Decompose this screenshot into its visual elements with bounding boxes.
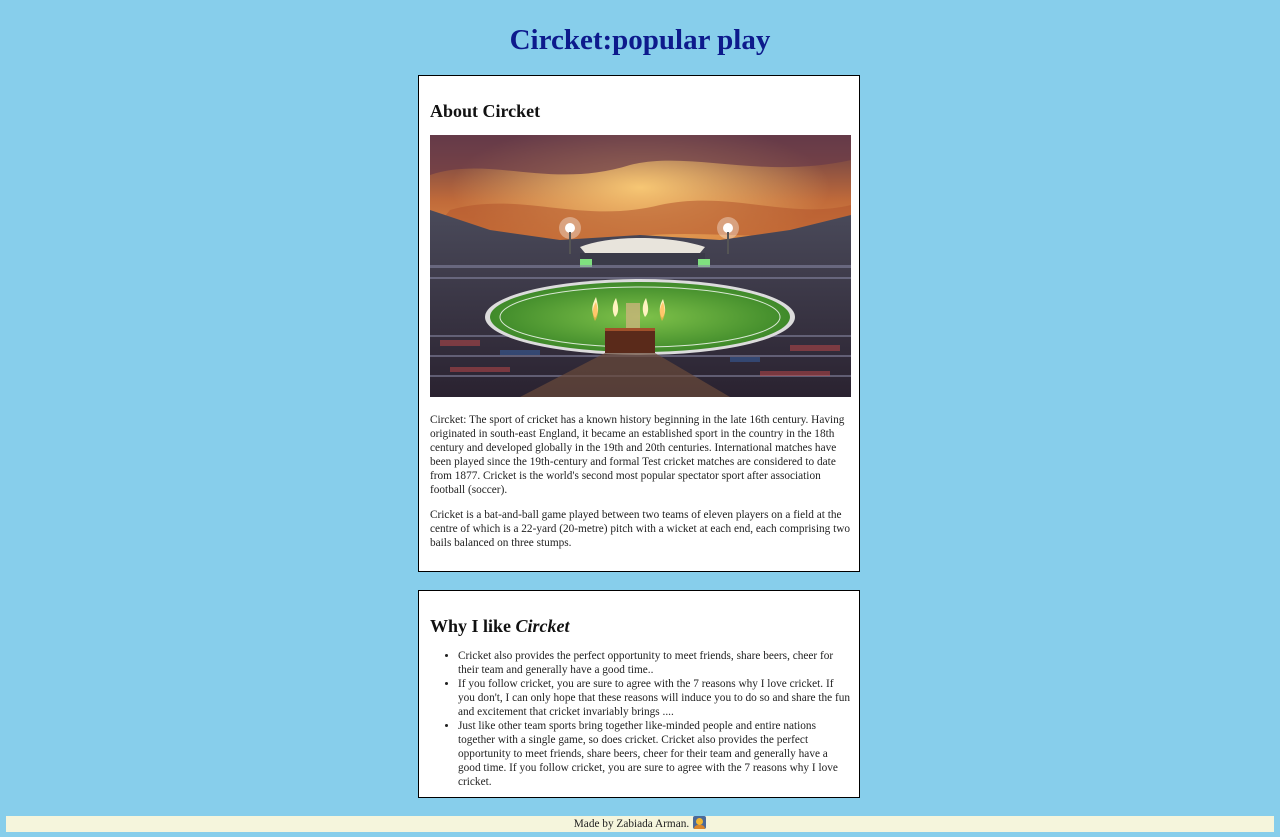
- reasons-list: Cricket also provides the perfect opport…: [430, 649, 852, 789]
- sunset-emoji-icon: [693, 816, 707, 829]
- footer-credit: Made by Zabiada Arman.: [573, 818, 690, 830]
- footer: Made by Zabiada Arman.: [6, 816, 1274, 832]
- list-item: Just like other team sports bring togeth…: [458, 719, 852, 789]
- why-heading-emphasis: Circket: [515, 616, 570, 636]
- about-paragraph-rules: Cricket is a bat-and-ball game played be…: [430, 509, 851, 549]
- about-heading: About Circket: [430, 101, 541, 121]
- why-section: Why I like Circket Cricket also provides…: [418, 590, 860, 798]
- about-paragraph-history: Circket: The sport of cricket has a know…: [430, 414, 845, 496]
- list-item: If you follow cricket, you are sure to a…: [458, 677, 852, 719]
- about-section: About Circket Circket: The sport of cric…: [418, 75, 860, 572]
- why-heading: Why I like Circket: [430, 615, 570, 637]
- page-title: Circket:popular play: [509, 24, 771, 56]
- why-heading-prefix: Why I like: [430, 616, 516, 636]
- stadium-image: [430, 135, 851, 397]
- list-item: Cricket also provides the perfect opport…: [458, 649, 852, 677]
